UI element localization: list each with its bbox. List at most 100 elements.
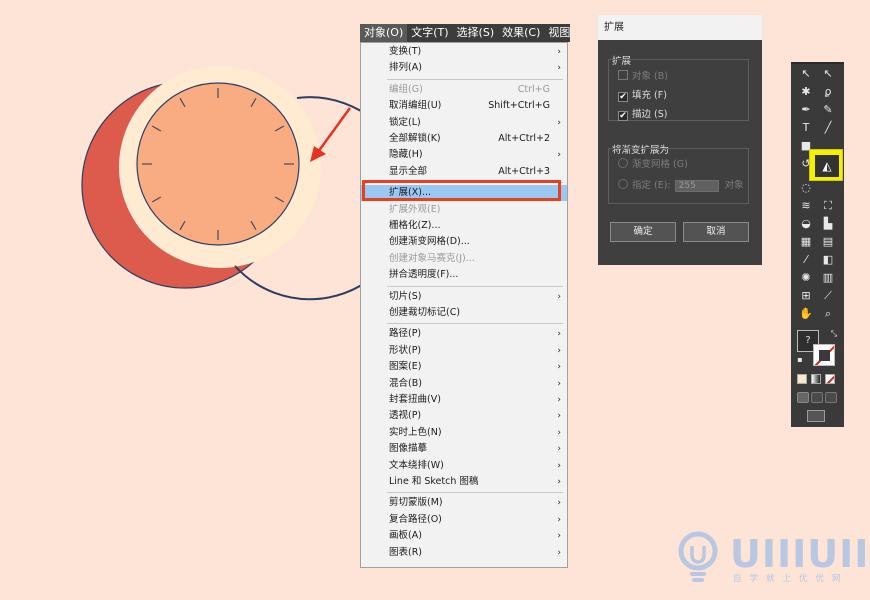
specify-value-input[interactable]: 255 (674, 180, 719, 192)
submenu-arrow-icon: › (557, 395, 561, 405)
curvature-tool-icon[interactable]: ✎ (819, 102, 837, 118)
menu-item-label: 混合(B) (389, 377, 422, 389)
menubar-select[interactable]: 选择(S) (453, 24, 499, 42)
gradient-tool-icon[interactable]: ▤ (819, 234, 837, 250)
menubar-type[interactable]: 文字(T) (407, 24, 452, 42)
menubar-view[interactable]: 视图(V (544, 24, 570, 42)
cancel-button[interactable]: 取消 (683, 222, 749, 242)
none-mode-icon[interactable] (825, 374, 835, 384)
rotate-view-tool-icon[interactable]: ◌ (797, 180, 815, 196)
fill-checkbox[interactable]: ✔ (618, 92, 628, 102)
option-stroke[interactable]: ✔ 描边 (S) (618, 108, 667, 122)
artboard-tool-icon[interactable]: ⊞ (797, 288, 815, 304)
mesh-tool-icon[interactable]: ▦ (797, 234, 815, 250)
menu-item[interactable]: 图像描摹 › (361, 441, 567, 457)
menu-item[interactable]: 隐藏(H) › (361, 147, 567, 163)
menu-item[interactable]: 创建对象马赛克(J)... (361, 251, 567, 267)
menubar-object[interactable]: 对象(O) (360, 24, 408, 42)
menu-item-label: 全部解锁(K) (389, 133, 441, 144)
lasso-tool-icon[interactable]: ϼ (819, 84, 837, 100)
menu-item[interactable]: 图表(R) › (361, 545, 567, 561)
stroke-swatch[interactable] (813, 344, 835, 366)
zoom-tool-icon[interactable]: ⌕ (819, 306, 837, 322)
menu-item[interactable]: 路径(P) › (361, 326, 567, 342)
submenu-arrow-icon: › (557, 531, 561, 542)
line-tool-icon[interactable]: ╱ (819, 120, 837, 136)
object-checkbox[interactable] (618, 70, 628, 80)
type-tool-icon[interactable]: T (797, 120, 815, 136)
draw-normal-icon[interactable] (797, 392, 809, 403)
perspective-grid-tool-icon[interactable]: ▙ (819, 216, 837, 232)
stroke-checkbox[interactable]: ✔ (618, 111, 628, 121)
drawing-mode-buttons (797, 392, 841, 404)
menu-item[interactable]: 封套扭曲(V) › (361, 392, 567, 408)
menu-item[interactable]: 实时上色(N) › (361, 425, 567, 441)
menu-item-label: 排列(A) (389, 62, 422, 74)
selection-tool-icon[interactable]: ↖ (797, 66, 815, 82)
pen-tool-icon[interactable]: ✒ (797, 102, 815, 118)
menu-item-shortcut: Alt+Ctrl+2 (498, 133, 550, 144)
color-mode-icon[interactable] (797, 374, 807, 384)
menu-item[interactable]: 画板(A) › (361, 528, 567, 544)
menu-item[interactable]: 创建渐变网格(D)... (361, 234, 567, 250)
menu-item[interactable]: 混合(B) › (361, 376, 567, 392)
option-specify[interactable]: 指定 (E): 255 对象 (618, 179, 744, 193)
ok-button[interactable]: 确定 (610, 222, 676, 242)
gradient-mode-icon[interactable] (811, 374, 821, 384)
hand-tool-icon[interactable]: ✋ (797, 306, 815, 322)
shape-builder-tool-icon[interactable]: ◒ (797, 216, 815, 232)
menu-item[interactable]: 剪切蒙版(M) › (361, 495, 567, 511)
submenu-arrow-icon: › (557, 345, 561, 356)
eraser-tool-icon[interactable]: ◭ (815, 155, 839, 177)
expand-dialog: 扩展 扩展 对象 (B) ✔ 填充 (F) ✔ 描边 (S) 将渐变扩展为 渐变网格… (598, 15, 762, 265)
menu-item[interactable]: 编组(G) Ctrl+G (361, 82, 567, 98)
direct-selection-tool-icon[interactable]: ↖ (819, 66, 837, 82)
option-object[interactable]: 对象 (B) (618, 70, 668, 84)
menu-item[interactable]: 创建裁切标记(C) (361, 305, 567, 321)
menu-item-label: 图案(E) (389, 361, 422, 373)
menu-item[interactable]: 文本绕排(W) › (361, 458, 567, 474)
menu-item[interactable]: 锁定(L) › (361, 115, 567, 131)
menu-item[interactable]: 全部解锁(K) Alt+Ctrl+2 (361, 131, 567, 147)
symbol-sprayer-tool-icon[interactable]: ✺ (797, 270, 815, 286)
submenu-arrow-icon: › (557, 477, 561, 487)
graph-tool-icon[interactable]: ▥ (819, 270, 837, 286)
menu-item[interactable]: 复合路径(O) › (361, 512, 567, 528)
menubar-effect[interactable]: 效果(C) (498, 24, 544, 42)
menu-item-label: 封套扭曲(V) (389, 394, 441, 405)
menu-item[interactable]: 取消编组(U) Shift+Ctrl+G (361, 98, 567, 114)
menu-item-label: 栅格化(Z)... (389, 220, 441, 231)
menu-item[interactable]: 扩展外观(E) (361, 202, 567, 218)
default-colors-icon[interactable]: ▪ (791, 352, 809, 368)
menu-item-label: 形状(P) (389, 344, 422, 356)
width-tool-icon[interactable]: ≋ (797, 198, 815, 214)
menu-item-label: 创建对象马赛克(J)... (389, 252, 475, 264)
free-transform-tool-icon[interactable]: ⛶ (819, 198, 837, 214)
draw-behind-icon[interactable] (811, 392, 823, 403)
mesh-radio[interactable] (618, 158, 628, 168)
screen-mode-icon[interactable] (807, 410, 825, 422)
slice-tool-icon[interactable]: ⟋ (819, 288, 837, 304)
submenu-arrow-icon: › (557, 427, 561, 438)
submenu-arrow-icon: › (557, 117, 561, 128)
option-gradient-mesh[interactable]: 渐变网格 (G) (618, 158, 688, 172)
draw-inside-icon[interactable] (825, 392, 837, 403)
magic-wand-tool-icon[interactable]: ✱ (797, 84, 815, 100)
menu-item[interactable]: 图案(E) › (361, 359, 567, 375)
menu-item[interactable]: 栅格化(Z)... (361, 218, 567, 234)
menu-separator (387, 323, 563, 325)
menu-item-label: 画板(A) (389, 530, 422, 542)
option-fill[interactable]: ✔ 填充 (F) (618, 89, 667, 103)
menu-item[interactable]: 切片(S) › (361, 289, 567, 305)
eyedropper-tool-icon[interactable]: ⁄ (797, 252, 815, 268)
menu-item[interactable]: 显示全部 Alt+Ctrl+3 (361, 164, 567, 180)
menu-item[interactable]: 形状(P) › (361, 343, 567, 359)
menu-item[interactable]: 拼合透明度(F)... (361, 267, 567, 283)
menu-item[interactable]: 变换(T) › (361, 44, 567, 60)
blend-tool-icon[interactable]: ◧ (819, 252, 837, 268)
menu-item[interactable]: 透视(P) › (361, 408, 567, 424)
specify-radio[interactable] (618, 179, 628, 189)
menu-item[interactable]: 排列(A) › (361, 60, 567, 76)
swap-fill-stroke-icon[interactable]: ⤡ (825, 326, 843, 342)
menu-item[interactable]: Line 和 Sketch 图稿 › (361, 474, 567, 490)
